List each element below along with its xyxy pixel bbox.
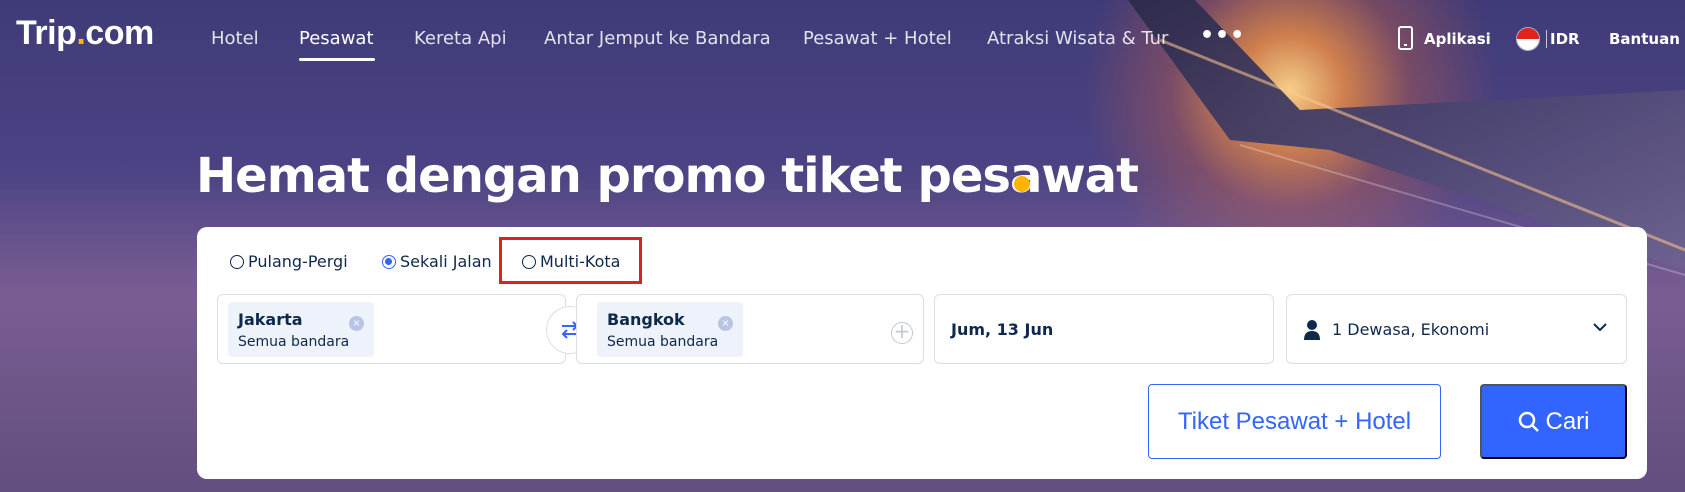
radio-unchecked-icon[interactable] [522,254,536,269]
destination-city: Bangkok [607,310,685,329]
nav-divider [1546,30,1547,48]
mobile-phone-icon[interactable] [1398,26,1413,50]
nav-item-pesawat-hotel[interactable]: Pesawat + Hotel [803,28,952,49]
app-link[interactable]: Aplikasi [1424,30,1491,48]
passenger-class-text: 1 Dewasa, Ekonomi [1332,320,1490,339]
logo-tld: com [85,14,154,52]
trip-type-round-trip[interactable]: Pulang-Pergi [230,252,348,271]
nav-item-antar-jemput[interactable]: Antar Jemput ke Bandara [544,28,771,49]
clear-origin-icon[interactable]: × [349,316,364,331]
title-accent-dot [1014,176,1030,192]
active-nav-underline [299,58,375,61]
origin-field[interactable]: Jakarta Semua bandara × [217,294,566,364]
search-icon [1519,411,1540,432]
more-menu-icon[interactable]: ••• [1200,23,1245,48]
radio-checked-icon[interactable] [382,254,396,269]
currency-selector[interactable]: IDR [1550,30,1580,48]
origin-city: Jakarta [238,310,303,329]
radio-label: Sekali Jalan [400,252,492,271]
nav-item-pesawat[interactable]: Pesawat [299,28,374,49]
radio-unchecked-icon[interactable] [230,254,244,269]
person-icon [1304,320,1320,340]
destination-field[interactable]: Bangkok Semua bandara × [576,294,924,364]
destination-chip[interactable]: Bangkok Semua bandara × [597,302,743,357]
origin-chip[interactable]: Jakarta Semua bandara × [228,302,374,357]
departure-date: Jum, 13 Jun [951,320,1054,339]
search-button[interactable]: Cari [1480,384,1627,459]
destination-airport: Semua bandara [607,334,719,350]
departure-date-field[interactable]: Jum, 13 Jun [934,294,1274,364]
search-button-label: Cari [1545,407,1590,435]
passenger-class-selector[interactable]: 1 Dewasa, Ekonomi [1286,294,1627,364]
top-navigation: Trip.com Hotel Pesawat Kereta Api Antar … [0,0,1685,80]
flight-hotel-button[interactable]: Tiket Pesawat + Hotel [1148,384,1441,459]
origin-airport: Semua bandara [238,334,350,350]
logo-text: Trip [16,14,77,52]
add-city-plus-icon[interactable]: + [891,321,913,344]
radio-label: Pulang-Pergi [248,252,348,271]
trip-type-one-way[interactable]: Sekali Jalan [382,252,492,271]
indonesia-flag-icon[interactable] [1516,27,1540,51]
flight-search-card: Pulang-Pergi Sekali Jalan Multi-Kota Jak… [197,227,1647,479]
trip-type-multi-city[interactable]: Multi-Kota [522,252,620,271]
nav-item-kereta-api[interactable]: Kereta Api [414,28,507,49]
nav-item-hotel[interactable]: Hotel [211,28,259,49]
clear-destination-icon[interactable]: × [718,316,733,331]
help-link[interactable]: Bantuan [1609,30,1680,48]
page-title: Hemat dengan promo tiket pesawat [196,148,1139,204]
logo-dot: . [76,14,86,52]
radio-label: Multi-Kota [540,252,621,271]
chevron-down-icon[interactable] [1590,317,1610,337]
nav-item-atraksi[interactable]: Atraksi Wisata & Tur [987,28,1168,49]
trip-logo[interactable]: Trip.com [16,14,154,53]
